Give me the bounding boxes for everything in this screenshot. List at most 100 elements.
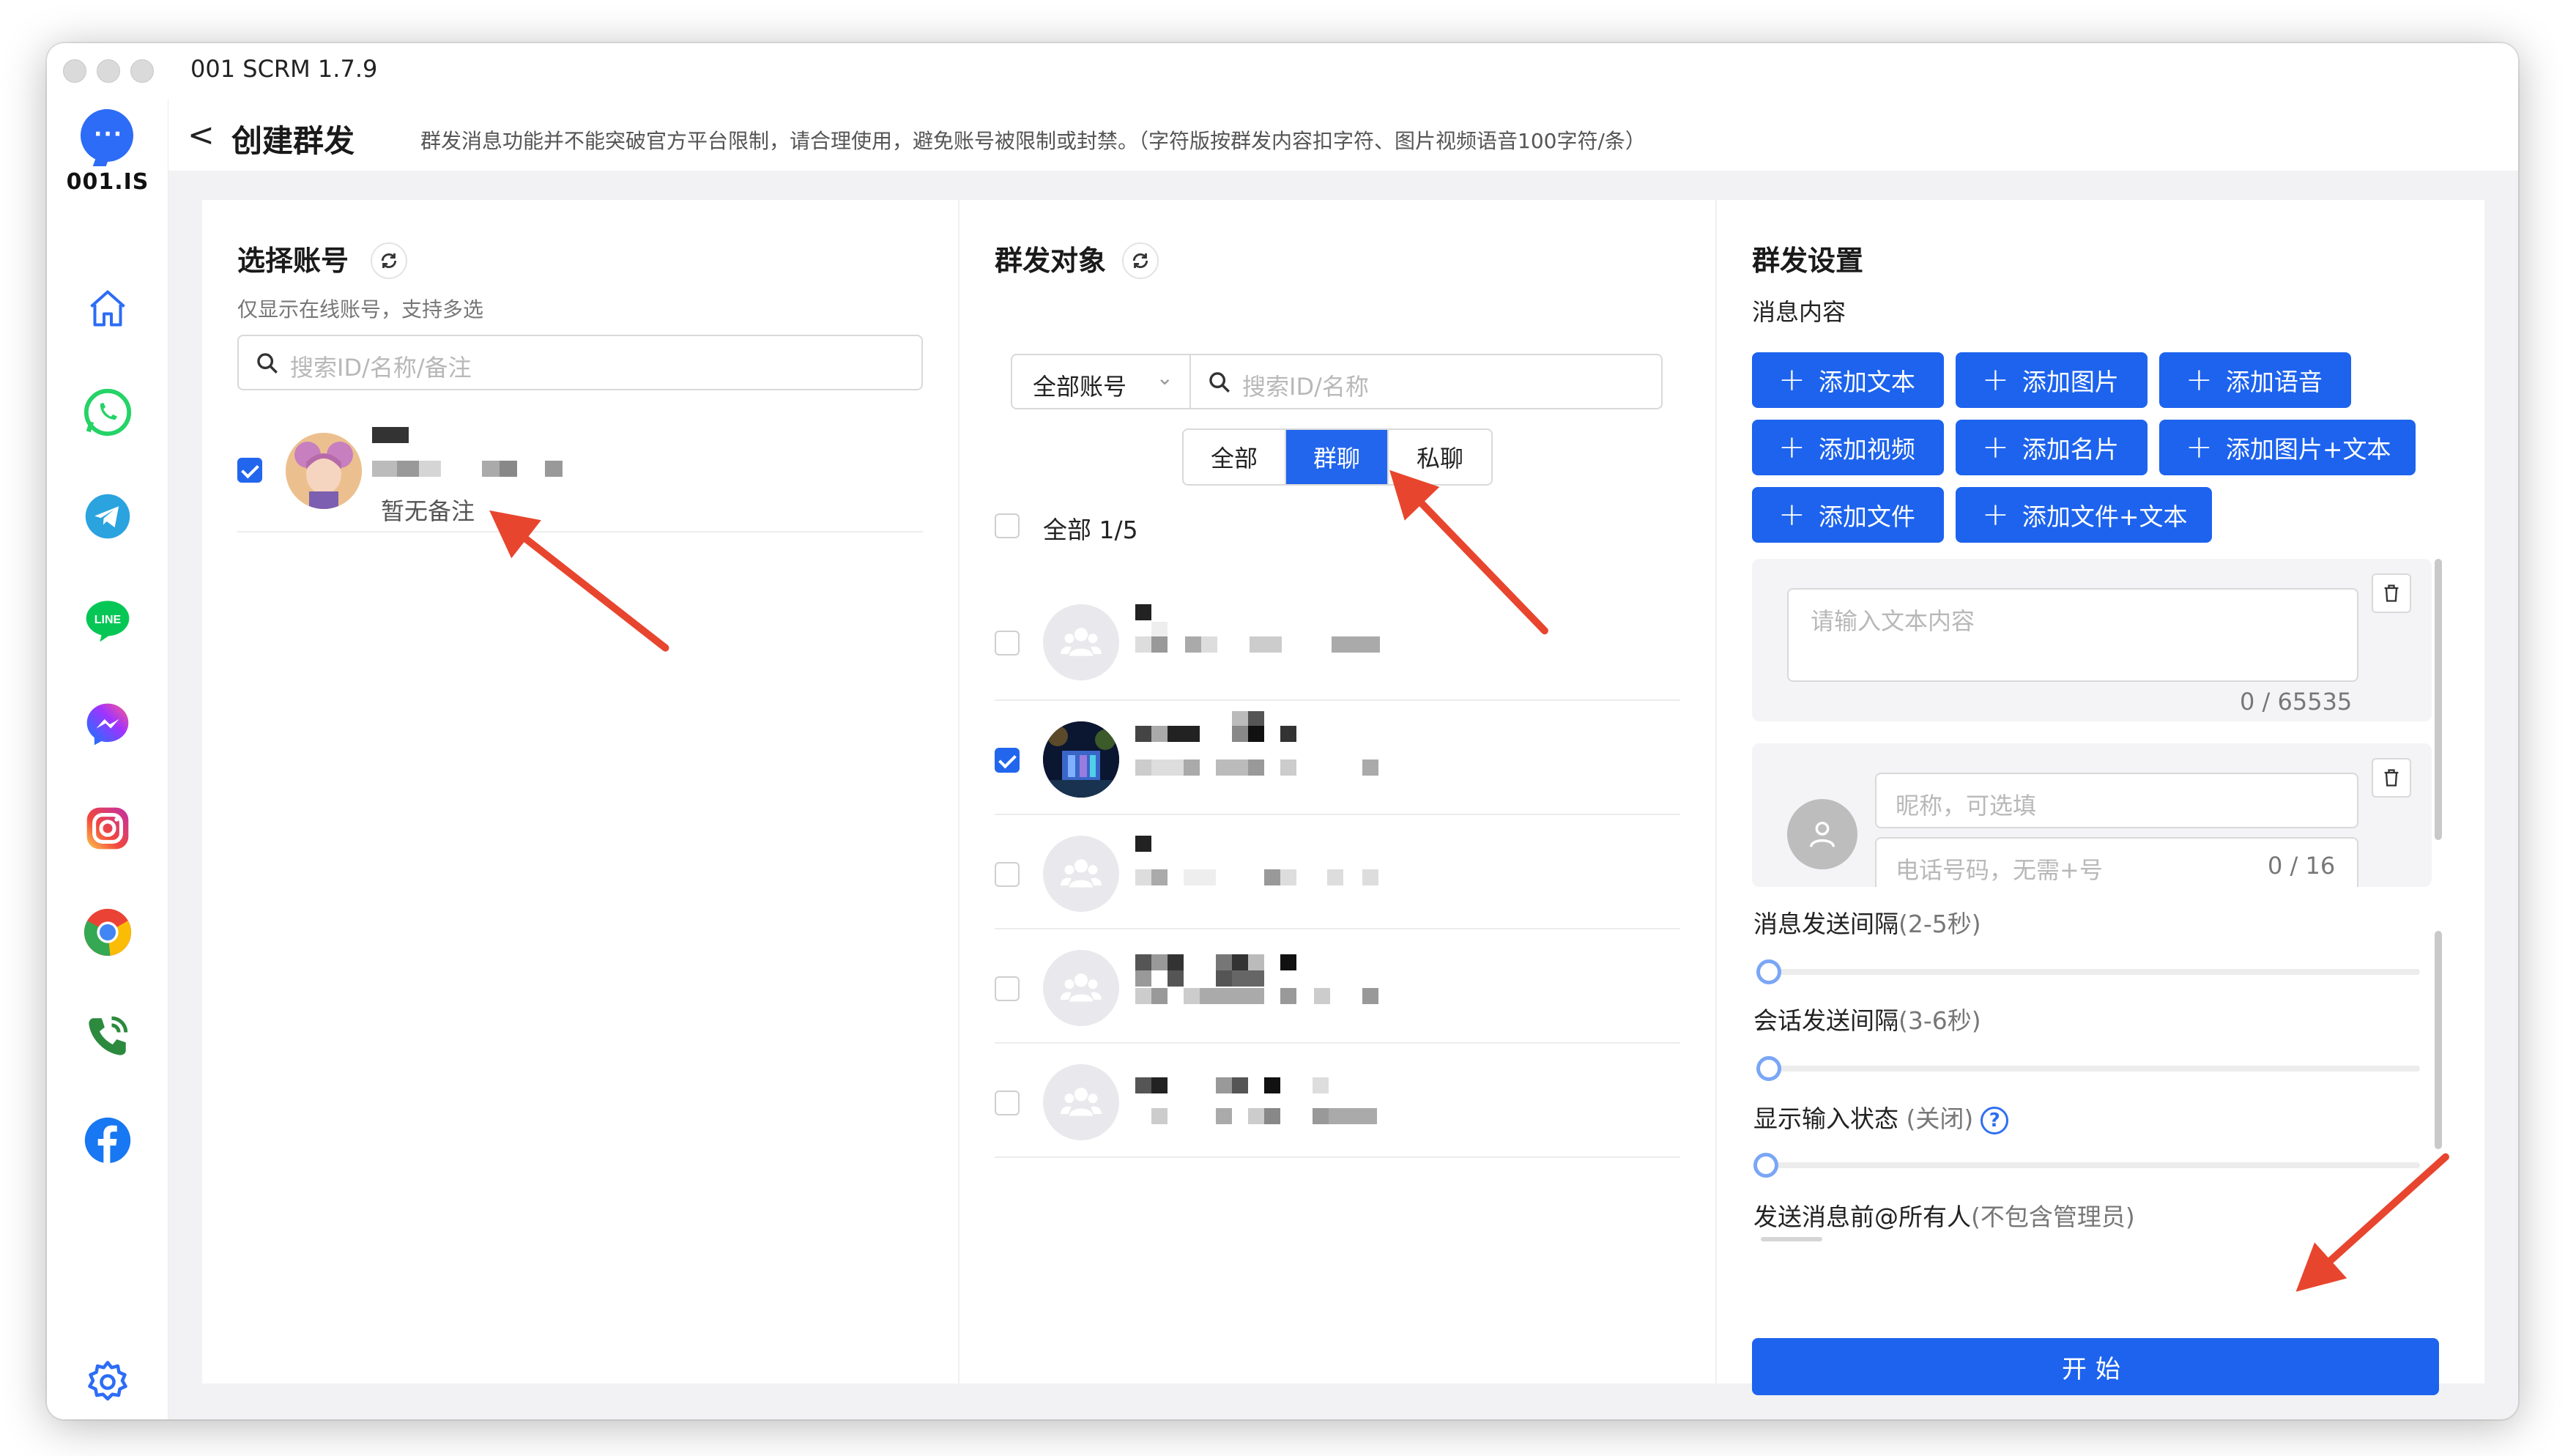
facebook-icon[interactable]	[78, 1111, 137, 1170]
delete-text-card-button[interactable]	[2372, 573, 2411, 613]
divider	[995, 814, 1680, 815]
phone-icon[interactable]	[78, 1007, 137, 1066]
chevron-down-icon: ⌄	[1156, 365, 1173, 390]
account-panel: 选择账号 仅显示在线账号，支持多选 搜索ID/名称/备注 暂无备注	[202, 200, 959, 1383]
msg-interval-slider-handle[interactable]	[1756, 959, 1781, 984]
page-title: 创建群发	[231, 123, 355, 159]
page-header: < 创建群发 群发消息功能并不能突破官方平台限制，请合理使用，避免账号被限制或封…	[168, 99, 2518, 171]
window-title: 001 SCRM 1.7.9	[190, 55, 378, 83]
refresh-accounts-button[interactable]	[371, 242, 407, 279]
page-notice: 群发消息功能并不能突破官方平台限制，请合理使用，避免账号被限制或封禁。（字符版按…	[420, 129, 1646, 153]
search-icon	[1207, 370, 1232, 398]
minimize-window-button[interactable]	[97, 59, 120, 83]
telegram-icon[interactable]	[78, 487, 137, 546]
group-avatar	[1043, 1064, 1119, 1140]
account-hint: 仅显示在线账号，支持多选	[237, 297, 484, 322]
close-window-button[interactable]	[63, 59, 86, 83]
conv-interval-slider-handle[interactable]	[1756, 1056, 1781, 1081]
gear-icon[interactable]	[78, 1353, 137, 1411]
target-checkbox[interactable]	[995, 631, 1020, 655]
nickname-input[interactable]: 昵称，可选填	[1875, 773, 2358, 828]
nickname-placeholder: 昵称，可选填	[1896, 792, 2037, 820]
refresh-targets-button[interactable]	[1122, 242, 1159, 279]
select-all-label: 全部 1/5	[1043, 516, 1138, 544]
target-checkbox[interactable]	[995, 862, 1020, 887]
divider	[995, 1042, 1680, 1044]
zoom-window-button[interactable]	[130, 59, 154, 83]
account-search-input[interactable]: 搜索ID/名称/备注	[237, 335, 923, 390]
target-search-input[interactable]: 搜索ID/名称	[1189, 354, 1663, 409]
at-all-label: 发送消息前@所有人(不包含管理员)	[1753, 1203, 2135, 1231]
settings-scrollbar[interactable]	[2435, 931, 2442, 1149]
target-panel-title: 群发对象	[995, 245, 1107, 277]
text-message-card: 请输入文本内容 0 / 65535	[1752, 559, 2432, 721]
settings-panel-title: 群发设置	[1752, 245, 1864, 277]
text-content-placeholder: 请输入文本内容	[1811, 607, 1975, 635]
target-type-tabs: 全部 群聊 私聊	[1182, 428, 1493, 486]
divider	[995, 928, 1680, 929]
start-button[interactable]: 开始	[1752, 1338, 2439, 1395]
add-image-text-button[interactable]: + 添加图片+文本	[2159, 420, 2416, 475]
typing-status-toggle[interactable]	[1761, 1162, 2420, 1168]
target-checkbox[interactable]	[995, 748, 1020, 773]
account-checkbox[interactable]	[237, 458, 262, 483]
settings-panel: 群发设置 消息内容 + 添加文本 + 添加图片 + 添加语音 + 添加视频 + 添加名片 …	[1717, 200, 2484, 1395]
line-icon[interactable]: LINE	[78, 591, 137, 650]
logo-text: 001.IS	[66, 169, 149, 195]
phone-placeholder: 电话号码，无需+号	[1896, 856, 2103, 884]
account-search-placeholder: 搜索ID/名称/备注	[290, 354, 472, 382]
select-all-checkbox[interactable]	[995, 513, 1020, 538]
conv-interval-label: 会话发送间隔(3-6秒)	[1753, 1006, 1981, 1035]
target-checkbox[interactable]	[995, 1091, 1020, 1115]
help-icon[interactable]: ?	[1981, 1106, 2009, 1134]
target-search-placeholder: 搜索ID/名称	[1242, 373, 1369, 401]
group-avatar	[1043, 836, 1119, 912]
logo-icon: ···	[81, 109, 133, 162]
msg-interval-label: 消息发送间隔(2-5秒)	[1753, 910, 1981, 938]
account-filter-select[interactable]: 全部账号 ⌄	[1011, 354, 1191, 409]
divider	[237, 531, 923, 532]
add-video-button[interactable]: + 添加视频	[1752, 420, 1944, 475]
chrome-icon[interactable]	[78, 903, 137, 962]
target-panel: 群发对象 全部账号 ⌄ 搜索ID/名称 全部 群聊 私聊 全部 1/5	[959, 200, 1717, 1383]
text-char-counter: 0 / 65535	[2240, 688, 2353, 716]
instagram-icon[interactable]	[78, 799, 137, 858]
text-content-input[interactable]: 请输入文本内容	[1787, 588, 2358, 682]
whatsapp-icon[interactable]	[78, 383, 137, 442]
back-button[interactable]: <	[188, 116, 215, 154]
group-avatar	[1043, 604, 1119, 680]
divider	[995, 699, 1680, 701]
target-checkbox[interactable]	[995, 976, 1020, 1001]
message-content-label: 消息内容	[1752, 298, 1846, 326]
account-avatar	[286, 433, 362, 509]
contact-card: 昵称，可选填 电话号码，无需+号 0 / 16	[1752, 743, 2432, 887]
msg-interval-slider[interactable]	[1761, 969, 2420, 975]
divider	[995, 1156, 1680, 1158]
at-all-toggle[interactable]	[1761, 1237, 1822, 1241]
typing-status-handle[interactable]	[1753, 1153, 1778, 1178]
typing-status-label: 显示输入状态 (关闭)?	[1753, 1099, 2009, 1134]
add-text-button[interactable]: + 添加文本	[1752, 352, 1944, 408]
home-icon[interactable]	[78, 279, 137, 338]
title-bar: 001 SCRM 1.7.9	[47, 43, 2518, 99]
account-remark: 暂无备注	[381, 497, 475, 525]
add-file-text-button[interactable]: + 添加文件+文本	[1956, 487, 2212, 543]
search-icon	[255, 351, 280, 379]
tab-groups[interactable]: 群聊	[1286, 430, 1389, 484]
add-image-button[interactable]: + 添加图片	[1956, 352, 2148, 408]
sidebar: ··· 001.IS LINE	[47, 99, 168, 1419]
content-scrollbar[interactable]	[2435, 559, 2442, 840]
account-filter-value: 全部账号	[1033, 373, 1127, 401]
phone-input[interactable]: 电话号码，无需+号 0 / 16	[1875, 837, 2358, 887]
main-content: 选择账号 仅显示在线账号，支持多选 搜索ID/名称/备注 暂无备注 群发对象 全…	[202, 200, 2484, 1395]
contact-avatar-icon	[1787, 799, 1857, 869]
conv-interval-slider[interactable]	[1761, 1066, 2420, 1071]
delete-contact-card-button[interactable]	[2372, 758, 2411, 798]
messenger-icon[interactable]	[78, 695, 137, 754]
add-voice-button[interactable]: + 添加语音	[2159, 352, 2351, 408]
app-window: 001 SCRM 1.7.9 ··· 001.IS LINE < 创建群发 群发…	[47, 43, 2518, 1419]
account-panel-title: 选择账号	[237, 245, 349, 277]
add-file-button[interactable]: + 添加文件	[1752, 487, 1944, 543]
tab-all[interactable]: 全部	[1184, 430, 1286, 484]
add-card-button[interactable]: + 添加名片	[1956, 420, 2148, 475]
